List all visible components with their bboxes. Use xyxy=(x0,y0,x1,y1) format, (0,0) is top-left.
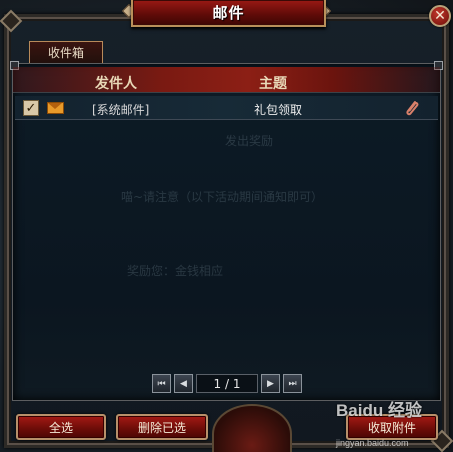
next-page-button[interactable]: ▶ xyxy=(261,374,280,393)
pagination: ⏮ ◀ 1 / 1 ▶ ⏭ xyxy=(152,374,302,394)
attachment-clip-icon xyxy=(406,101,419,116)
mail-row-checkbox[interactable]: ✓ xyxy=(23,100,39,116)
background-ghost-text: 喵~请注意（以下活动期间通知即可） xyxy=(121,190,324,204)
watermark-logo: Baidu 经验 xyxy=(336,401,422,420)
first-page-button[interactable]: ⏮ xyxy=(152,374,171,393)
mail-row-subject: 礼包领取 xyxy=(254,103,303,117)
background-ghost-text: 发出奖励 xyxy=(225,134,274,148)
prev-page-button[interactable]: ◀ xyxy=(174,374,193,393)
mail-list-header: 发件人 主题 xyxy=(13,67,440,93)
column-header-sender: 发件人 xyxy=(95,76,137,92)
first-page-icon: ⏮ xyxy=(157,378,166,389)
watermark-url: jingyan.baidu.com xyxy=(336,438,409,448)
window-corner-ornament xyxy=(0,9,23,33)
prev-page-icon: ◀ xyxy=(180,378,187,389)
mail-list-panel: 发件人 主题 ✓ [系统邮件] 礼包领取 发出奖励 喵~请注意（以下活动期间通知… xyxy=(10,61,443,401)
window-title: 邮件 xyxy=(131,0,326,27)
close-button[interactable]: ✕ xyxy=(429,5,451,27)
mail-row-sender: [系统邮件] xyxy=(92,103,150,117)
last-page-button[interactable]: ⏭ xyxy=(283,374,302,393)
select-all-button[interactable]: 全选 xyxy=(16,414,106,440)
envelope-icon xyxy=(47,102,64,114)
mail-row[interactable]: ✓ [系统邮件] 礼包领取 xyxy=(15,96,438,120)
next-page-icon: ▶ xyxy=(267,378,274,389)
column-header-subject: 主题 xyxy=(259,76,287,92)
last-page-icon: ⏭ xyxy=(288,378,297,389)
page-indicator: 1 / 1 xyxy=(196,374,258,393)
tab-inbox[interactable]: 收件箱 xyxy=(29,41,103,63)
delete-selected-button[interactable]: 删除已选 xyxy=(116,414,208,440)
background-ghost-text: 奖励您：金钱相应 xyxy=(127,264,224,278)
close-icon: ✕ xyxy=(434,8,446,24)
